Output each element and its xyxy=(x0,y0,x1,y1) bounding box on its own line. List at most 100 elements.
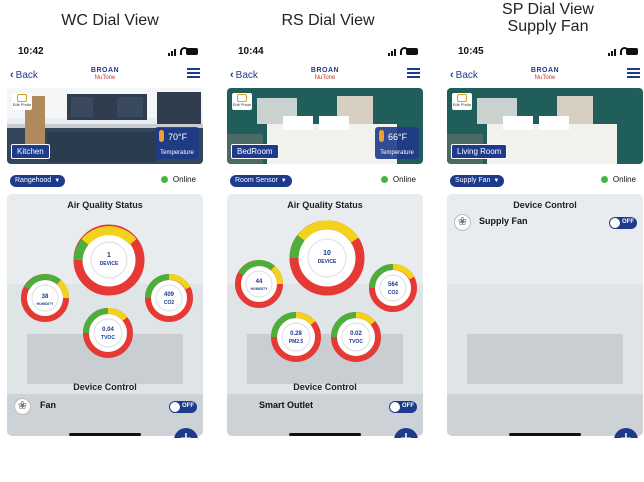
toggle-text: OFF xyxy=(402,403,414,409)
dial-device-value: 10 xyxy=(323,250,331,257)
fan-icon: ❀ xyxy=(14,398,31,415)
dial-humidity-value: 44 xyxy=(255,279,263,285)
device-selector-label: Room Sensor xyxy=(235,177,278,184)
hamburger-menu-icon[interactable] xyxy=(187,68,200,79)
power-toggle[interactable]: OFF xyxy=(169,401,197,413)
device-selector[interactable]: Rangehood ▼ xyxy=(10,175,66,187)
battery-icon xyxy=(626,48,638,55)
device-control-panel: Device Control ❀ Supply Fan OFF xyxy=(447,194,643,436)
temperature-label: Temperature xyxy=(380,150,414,156)
brand-logo: BROAN NuTone xyxy=(305,67,345,82)
back-label: Back xyxy=(455,70,478,81)
device-selector[interactable]: Supply Fan ▼ xyxy=(450,175,505,187)
online-dot-icon xyxy=(160,176,168,183)
toggle-text: OFF xyxy=(622,219,634,225)
device-control-title: Device Control xyxy=(513,200,577,210)
dial-co2-label: CO2 xyxy=(163,300,175,306)
home-indicator xyxy=(69,433,141,436)
dial-co2 xyxy=(145,274,193,322)
temperature-box: 70°F Temperature xyxy=(155,127,199,159)
clock: 10:42 xyxy=(18,46,44,57)
status-bar: 10:45 xyxy=(444,46,644,60)
dial-tvoc-value: 0.04 xyxy=(102,327,114,333)
device-selector-label: Rangehood xyxy=(15,177,52,184)
back-button[interactable]: ‹ Back xyxy=(450,69,478,81)
online-dot-icon xyxy=(380,176,388,183)
edit-photo-button[interactable]: Edit Photo xyxy=(232,93,252,110)
brand-line1: BROAN xyxy=(310,67,340,74)
chevron-left-icon: ‹ xyxy=(450,69,454,81)
device-selector[interactable]: Room Sensor ▼ xyxy=(230,175,292,187)
room-photo: Edit Photo BedRoom 66°F Temperature xyxy=(227,88,423,164)
caption-wc: WC Dial View xyxy=(61,12,159,29)
camera-icon xyxy=(17,94,27,102)
edit-photo-label: Edit Photo xyxy=(452,102,472,107)
back-button[interactable]: ‹ Back xyxy=(230,69,258,81)
dial-co2-label: CO2 xyxy=(387,290,399,296)
caption-rs: RS Dial View xyxy=(281,12,375,29)
clock: 10:44 xyxy=(238,46,264,57)
battery-icon xyxy=(406,48,418,55)
dial-pm25-value: 0.28 xyxy=(290,331,302,337)
caption-sp: SP Dial View Supply Fan xyxy=(502,1,594,35)
dial-tvoc xyxy=(83,307,133,358)
device-control-title: Device Control xyxy=(73,382,137,392)
back-label: Back xyxy=(235,70,258,81)
nav-bar: ‹ Back BROAN NuTone xyxy=(4,66,206,84)
online-status: Online xyxy=(380,175,416,184)
temperature-box: 66°F Temperature xyxy=(375,127,419,159)
home-indicator xyxy=(289,433,361,436)
dropdown-arrow-icon: ▼ xyxy=(54,178,61,184)
toggle-text: OFF xyxy=(182,403,194,409)
hamburger-menu-icon[interactable] xyxy=(627,68,640,79)
air-quality-panel: Air Quality Status 1 DEVICE 38 HUMIDITY … xyxy=(7,194,203,436)
brand-logo: BROAN NuTone xyxy=(85,67,125,82)
dropdown-arrow-icon: ▼ xyxy=(493,178,500,184)
device-selector-label: Supply Fan xyxy=(455,177,491,184)
fan-icon: ❀ xyxy=(454,214,471,231)
brand-line2: NuTone xyxy=(94,75,116,81)
online-label: Online xyxy=(392,175,416,184)
temperature-value: 70°F xyxy=(168,132,188,142)
control-name: Fan xyxy=(40,400,57,410)
online-label: Online xyxy=(172,175,196,184)
brand-line1: BROAN xyxy=(530,67,560,74)
dial-device-label: DEVICE xyxy=(317,259,337,265)
status-bar: 10:44 xyxy=(224,46,426,60)
thermometer-icon xyxy=(379,130,384,142)
dial-device xyxy=(289,220,365,296)
back-button[interactable]: ‹ Back xyxy=(10,69,38,81)
edit-photo-button[interactable]: Edit Photo xyxy=(12,93,32,110)
online-status: Online xyxy=(600,175,636,184)
online-dot-icon xyxy=(600,176,608,183)
air-quality-title: Air Quality Status xyxy=(287,200,363,210)
room-photo: Edit Photo Kitchen 70°F Temperature xyxy=(7,88,203,164)
camera-icon xyxy=(457,94,467,102)
air-quality-panel: Air Quality Status 10 DEVICE 44 HUMIDITY… xyxy=(227,194,423,436)
home-indicator xyxy=(509,433,581,436)
clock: 10:45 xyxy=(458,46,484,57)
status-icons xyxy=(608,47,638,56)
control-name: Smart Outlet xyxy=(259,400,314,410)
control-name: Supply Fan xyxy=(479,216,528,226)
chevron-left-icon: ‹ xyxy=(230,69,234,81)
temperature-value: 66°F xyxy=(388,132,408,142)
power-toggle[interactable]: OFF xyxy=(389,401,417,413)
toggle-knob xyxy=(390,402,400,412)
brand-line2: NuTone xyxy=(534,75,556,81)
phone-sp: 10:45 ‹ Back BROAN NuTone Edit Photo Livin… xyxy=(444,36,644,438)
toggle-knob xyxy=(610,218,620,228)
dial-humidity-label: HUMIDITY xyxy=(36,302,54,306)
dial-tvoc-label: TVOC xyxy=(349,339,363,345)
hamburger-menu-icon[interactable] xyxy=(407,68,420,79)
battery-icon xyxy=(186,48,198,55)
online-label: Online xyxy=(612,175,636,184)
dial-tvoc-label: TVOC xyxy=(101,335,115,341)
room-name: Kitchen xyxy=(11,144,50,159)
edit-photo-button[interactable]: Edit Photo xyxy=(452,93,472,110)
edit-photo-label: Edit Photo xyxy=(232,102,252,107)
dial-device-value: 1 xyxy=(107,252,111,259)
online-status: Online xyxy=(160,175,196,184)
back-label: Back xyxy=(15,70,38,81)
power-toggle[interactable]: OFF xyxy=(609,217,637,229)
